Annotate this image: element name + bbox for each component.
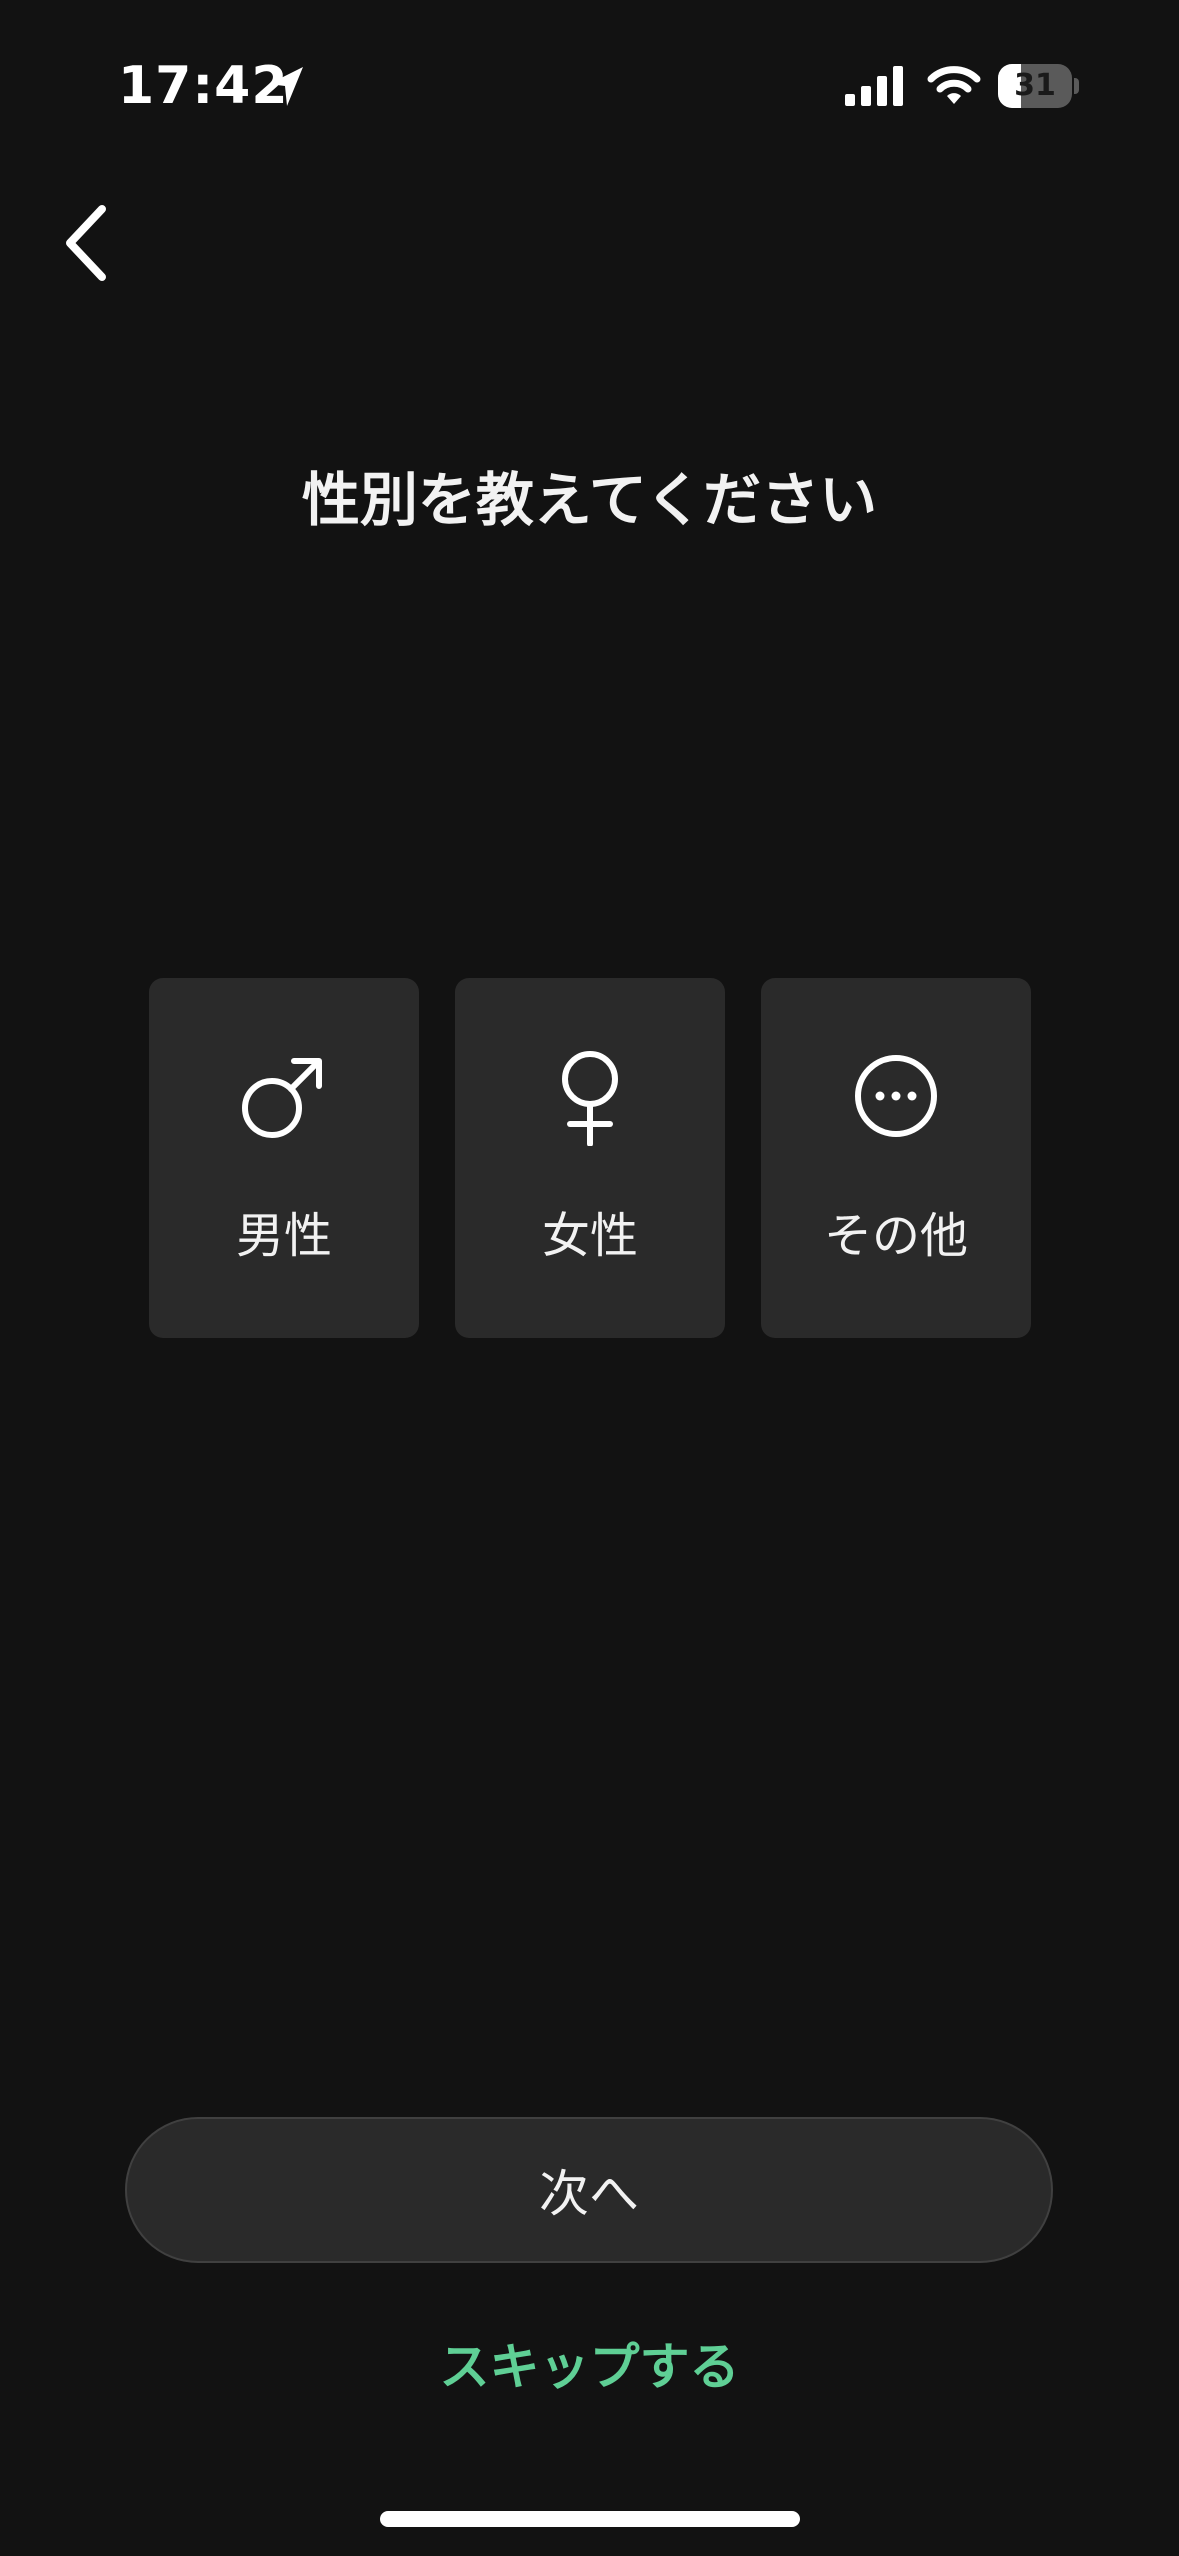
home-indicator[interactable] [380, 2511, 800, 2527]
more-horizontal-circle-icon [855, 1055, 937, 1137]
chevron-left-icon [66, 205, 106, 281]
wifi-icon [927, 66, 981, 104]
next-button[interactable]: 次へ [125, 2117, 1053, 2263]
skip-link[interactable]: スキップする [0, 2325, 1179, 2409]
battery-indicator: 31 [998, 64, 1080, 108]
next-button-label: 次へ [539, 2165, 639, 2223]
option-female-card[interactable]: 女性 [455, 978, 725, 1338]
battery-cap [1074, 78, 1079, 94]
back-button[interactable] [52, 196, 122, 290]
male-symbol-icon [242, 1058, 322, 1138]
option-female-label: 女性 [541, 1208, 638, 1264]
page-title: 性別を教えてください [301, 466, 878, 534]
option-other-label: その他 [823, 1208, 968, 1264]
option-other-card[interactable]: その他 [761, 978, 1031, 1338]
status-time: 17:42 [118, 56, 289, 116]
option-male-card[interactable]: 男性 [149, 978, 419, 1338]
battery-percent: 31 [1014, 68, 1056, 103]
location-arrow-icon [269, 67, 303, 106]
option-male-label: 男性 [235, 1208, 332, 1264]
cellular-signal-icon [845, 66, 903, 106]
female-symbol-icon [562, 1051, 618, 1146]
